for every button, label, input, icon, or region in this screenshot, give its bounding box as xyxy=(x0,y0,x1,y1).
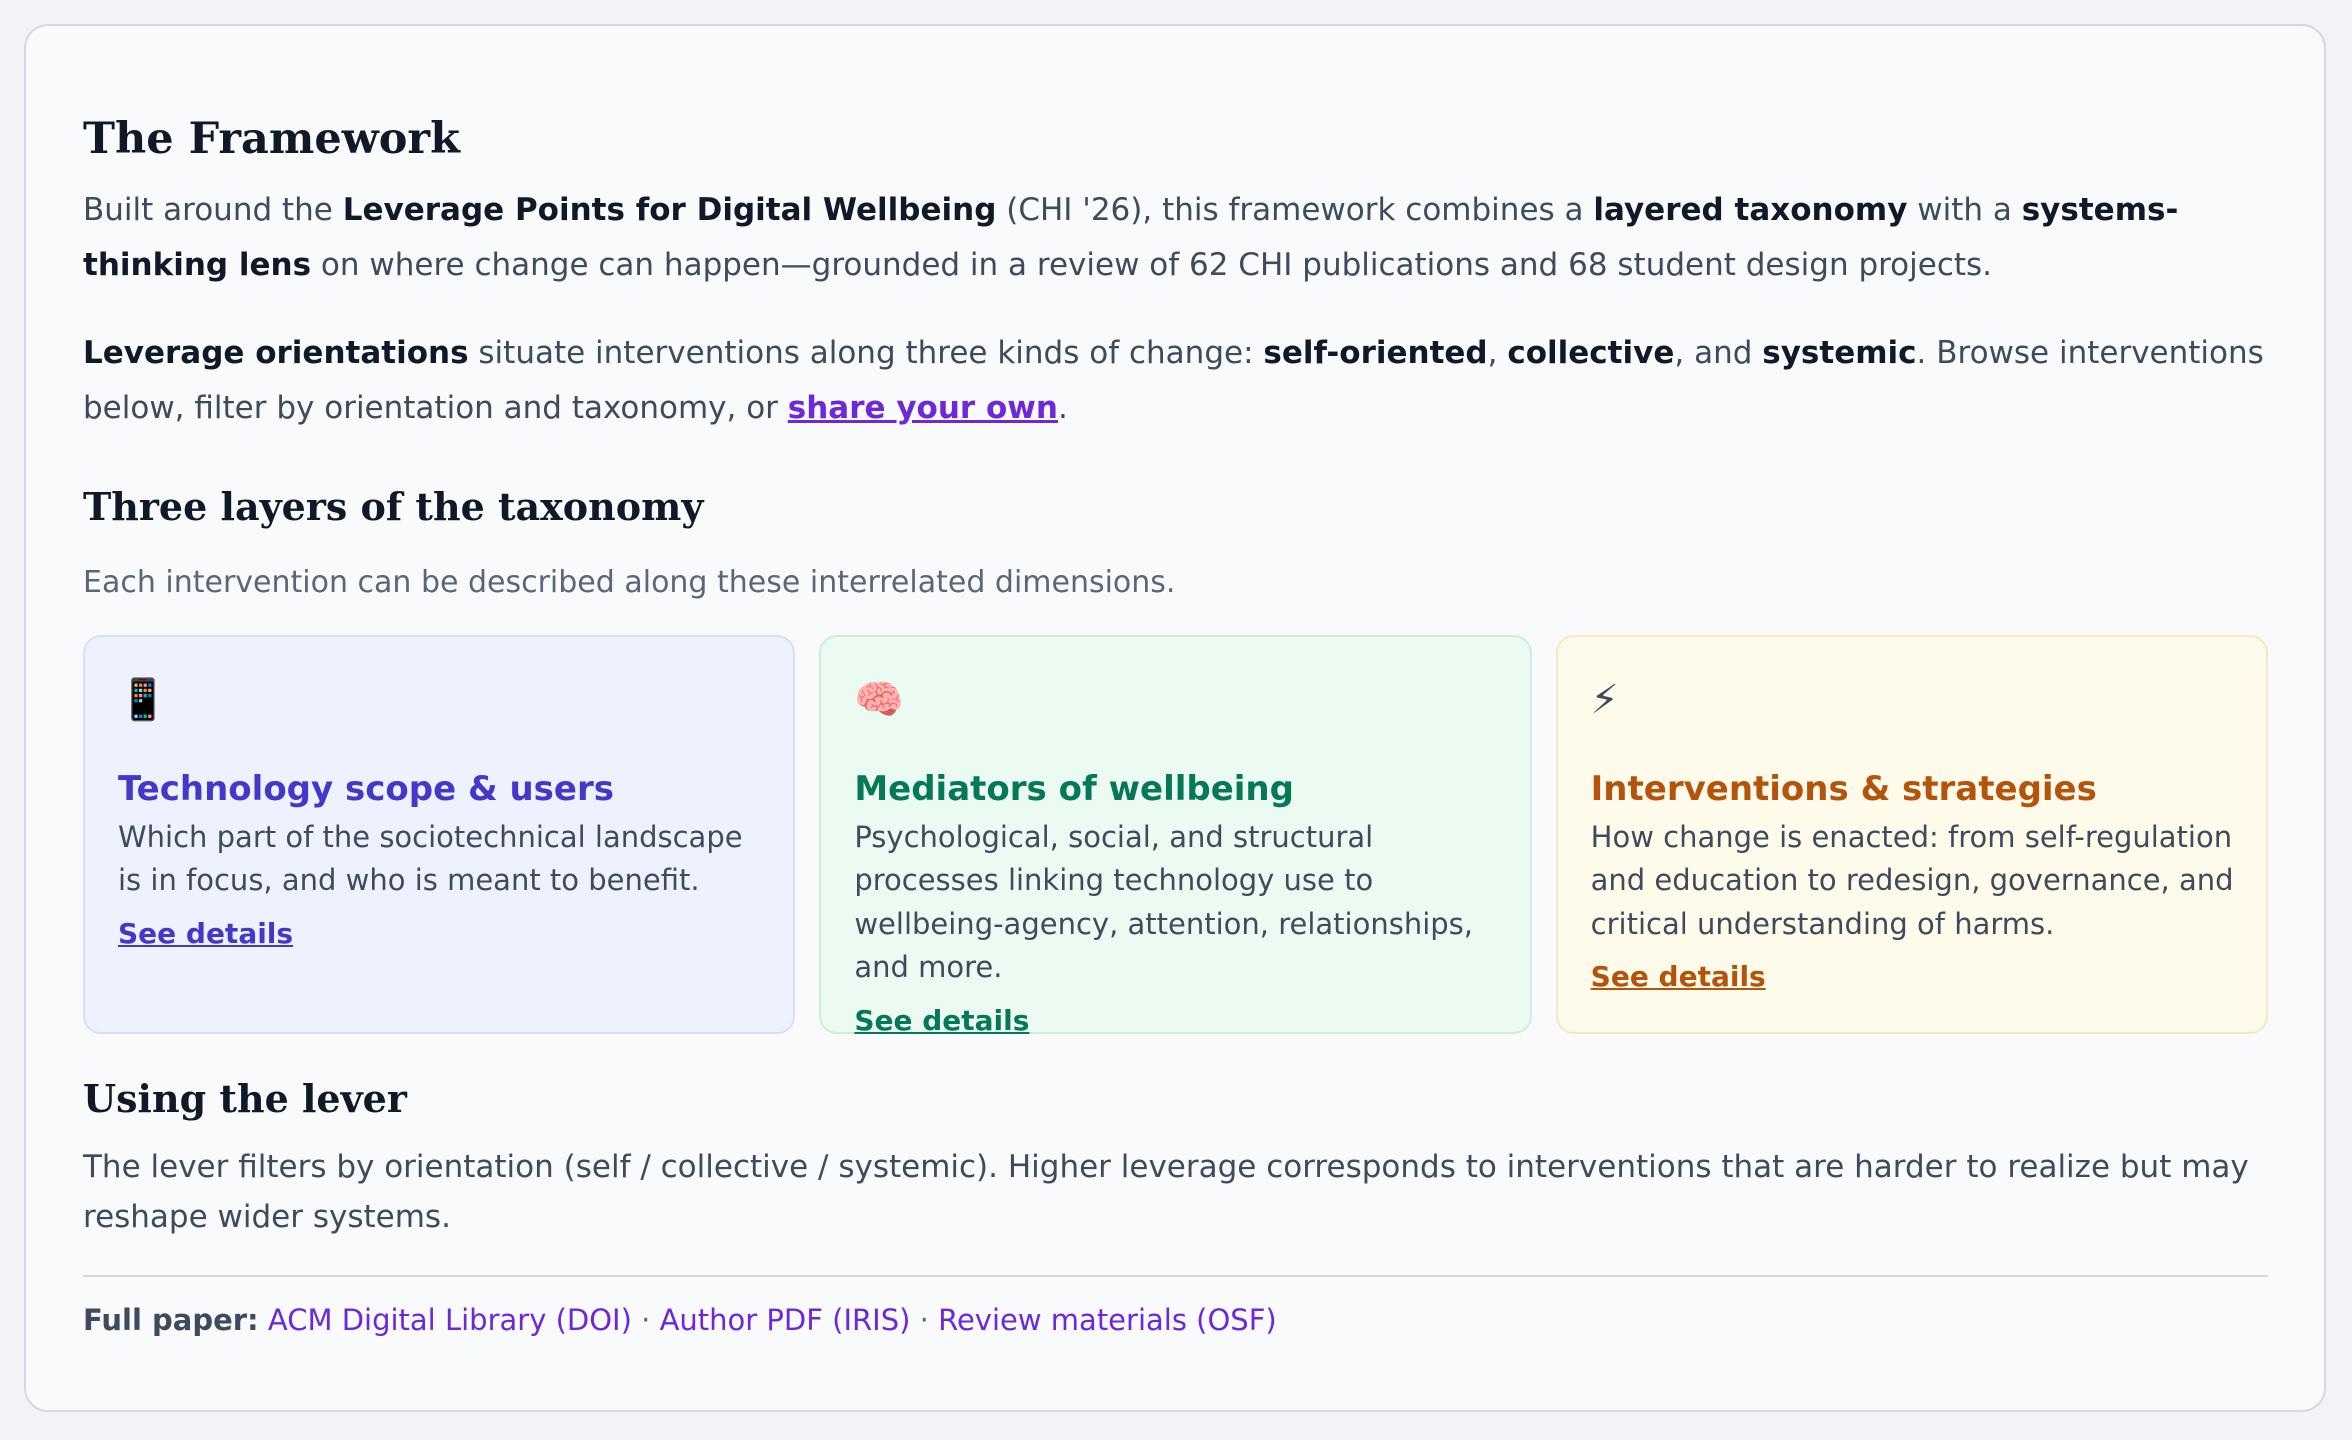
card-description: Psychological, social, and structural pr… xyxy=(854,819,1474,985)
card-title: Technology scope & users xyxy=(118,769,614,810)
framework-title: The Framework xyxy=(83,114,460,164)
framework-panel: The Framework Built around the Leverage … xyxy=(24,24,2326,1412)
intro-text: Built around the xyxy=(83,191,343,228)
framework-intro: Built around the Leverage Points for Dig… xyxy=(83,183,2268,293)
orientation-collective: collective xyxy=(1507,334,1675,371)
orientations-text: , xyxy=(1487,334,1508,371)
see-details-link[interactable]: See details xyxy=(1591,960,1766,993)
card-interventions: ⚡ Interventions & strategies How change … xyxy=(1555,635,2268,1035)
acm-digital-library-link[interactable]: ACM Digital Library (DOI) xyxy=(268,1303,632,1337)
taxonomy-subtitle: Each intervention can be described along… xyxy=(83,565,1176,601)
orientations-text: , and xyxy=(1674,334,1763,371)
card-mediators: 🧠 Mediators of wellbeing Psychological, … xyxy=(819,635,1532,1037)
card-title: Mediators of wellbeing xyxy=(854,769,1294,810)
intro-text: with a xyxy=(1907,191,2022,228)
see-details-link[interactable]: See details xyxy=(118,917,293,950)
review-materials-link[interactable]: Review materials (OSF) xyxy=(938,1303,1277,1337)
intro-taxonomy-term: layered taxonomy xyxy=(1593,191,1908,228)
intro-paper-name: Leverage Points for Digital Wellbeing xyxy=(342,191,997,228)
orientations-text: situate interventions along three kinds … xyxy=(468,334,1264,371)
full-paper-label: Full paper: xyxy=(83,1302,259,1337)
brain-icon: 🧠 xyxy=(854,677,905,724)
see-details-link[interactable]: See details xyxy=(854,1004,1029,1037)
intro-text: (CHI '26), this framework combines a xyxy=(996,191,1594,228)
mobile-phone-icon: 📱 xyxy=(118,677,168,724)
taxonomy-cards: 📱 Technology scope & users Which part of… xyxy=(83,635,2268,1037)
card-technology-scope: 📱 Technology scope & users Which part of… xyxy=(83,635,796,1035)
taxonomy-title: Three layers of the taxonomy xyxy=(83,483,704,529)
link-separator: · xyxy=(910,1302,939,1337)
lightning-icon: ⚡ xyxy=(1590,677,1619,724)
author-pdf-link[interactable]: Author PDF (IRIS) xyxy=(660,1303,911,1337)
orientations-text: . xyxy=(1058,389,1068,426)
card-description: How change is enacted: from self-regulat… xyxy=(1590,819,2234,941)
orientations-paragraph: Leverage orientations situate interventi… xyxy=(83,326,2268,436)
orientations-term: Leverage orientations xyxy=(83,334,469,371)
orientation-systemic: systemic xyxy=(1762,334,1917,371)
divider xyxy=(83,1274,2268,1277)
lever-text: The lever filters by orientation (self /… xyxy=(83,1148,2249,1235)
lever-title: Using the lever xyxy=(83,1076,407,1122)
intro-text: on where change can happen—grounded in a… xyxy=(311,246,1993,283)
card-title: Interventions & strategies xyxy=(1590,769,2097,810)
share-your-own-link[interactable]: share your own xyxy=(788,390,1058,426)
card-description: Which part of the sociotechnical landsca… xyxy=(118,819,743,898)
orientation-self: self-oriented xyxy=(1263,334,1488,371)
link-separator: · xyxy=(631,1302,660,1337)
full-paper-links: Full paper: ACM Digital Library (DOI) · … xyxy=(83,1303,2268,1337)
